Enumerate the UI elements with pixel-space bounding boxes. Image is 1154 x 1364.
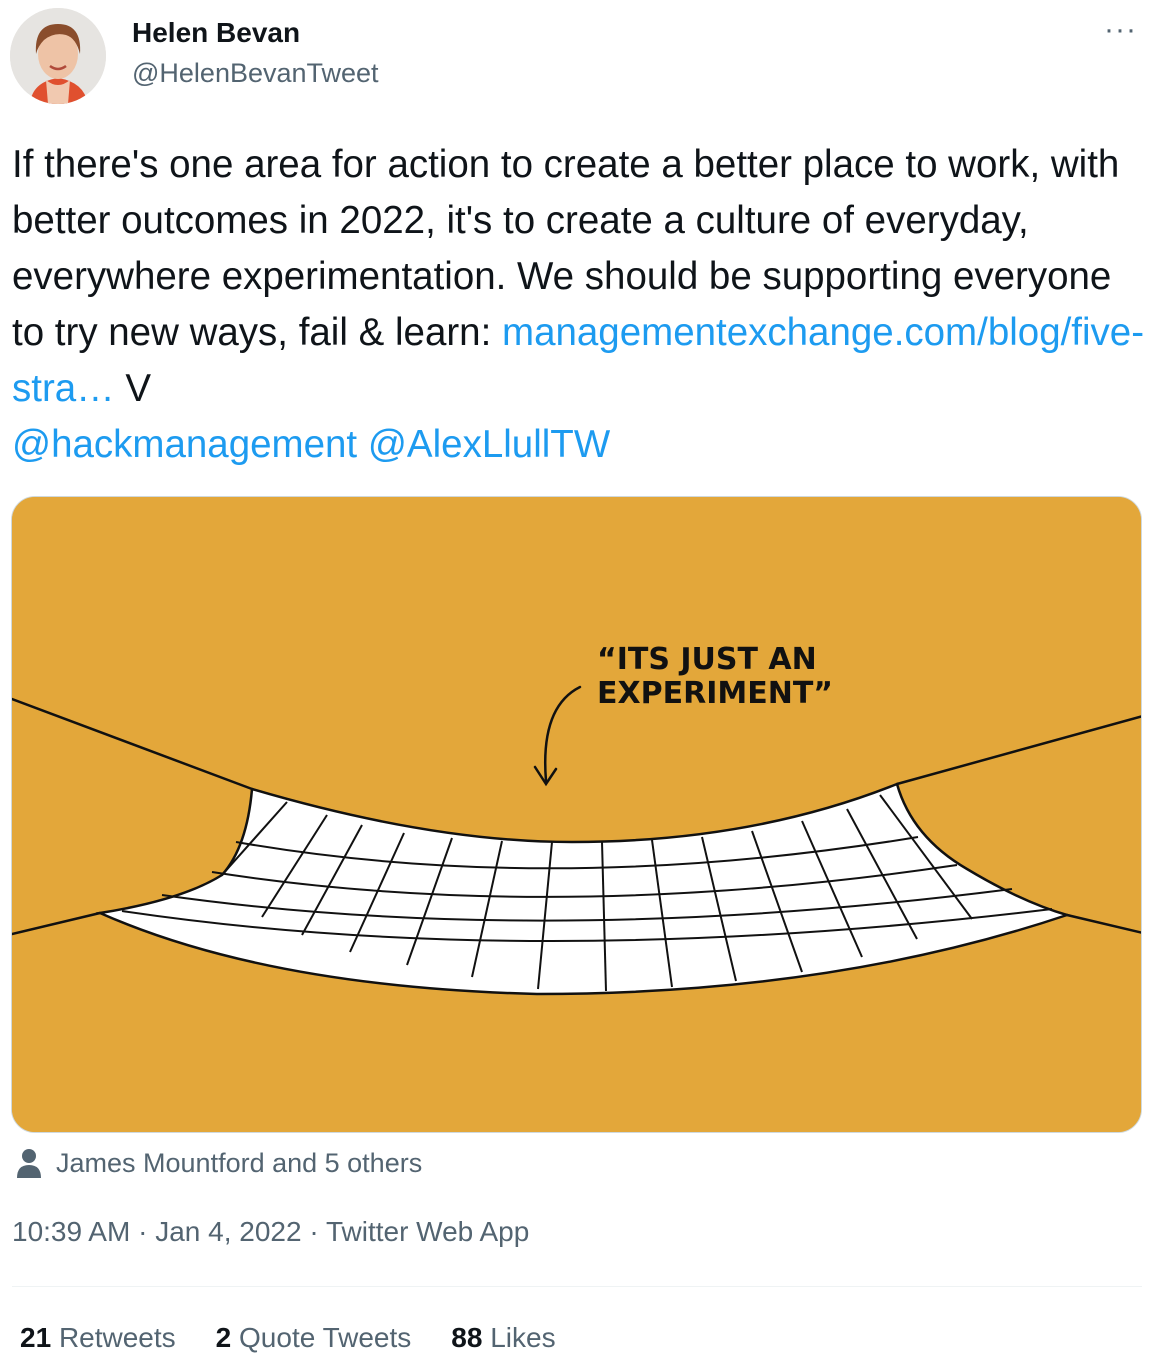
mention-hackmanagement[interactable]: @hackmanagement — [12, 423, 357, 466]
quote-tweets-count: 2 — [215, 1322, 232, 1353]
tweet-image[interactable]: “ITS JUST AN EXPERIMENT” — [11, 496, 1142, 1133]
tweet-stats: 21 Retweets 2 Quote Tweets 88 Likes — [20, 1322, 596, 1354]
tweet-text-part: V — [114, 367, 152, 410]
person-icon — [17, 1149, 41, 1178]
likes-count: 88 — [451, 1322, 483, 1353]
separator-dot: · — [309, 1216, 326, 1247]
likes-stat[interactable]: 88 Likes — [451, 1322, 555, 1354]
tagged-people[interactable]: James Mountford and 5 others — [16, 1146, 422, 1180]
avatar[interactable] — [10, 8, 106, 104]
tweet-date[interactable]: Jan 4, 2022 — [155, 1216, 301, 1247]
author-name[interactable]: Helen Bevan — [132, 17, 300, 49]
likes-label: Likes — [490, 1322, 556, 1353]
quote-tweets-label: Quote Tweets — [239, 1322, 412, 1353]
divider — [12, 1286, 1142, 1287]
mention-alexllulltw[interactable]: @AlexLlullTW — [368, 423, 610, 466]
quote-tweets-stat[interactable]: 2 Quote Tweets — [216, 1322, 412, 1354]
tweet-text: If there's one area for action to create… — [12, 137, 1147, 473]
tagged-people-text: James Mountford and 5 others — [56, 1147, 423, 1178]
retweets-count: 21 — [20, 1322, 52, 1353]
cartoon-caption-line2: EXPERIMENT” — [597, 676, 833, 711]
tweet-source[interactable]: Twitter Web App — [326, 1216, 529, 1247]
tweet-time[interactable]: 10:39 AM — [12, 1216, 130, 1247]
separator-dot: · — [138, 1216, 156, 1247]
tweet-metadata: 10:39 AM · Jan 4, 2022 · Twitter Web App — [12, 1216, 529, 1248]
author-handle[interactable]: @HelenBevanTweet — [132, 58, 379, 89]
retweets-label: Retweets — [58, 1322, 176, 1353]
cartoon-caption-line1: “ITS JUST AN — [597, 642, 817, 677]
retweets-stat[interactable]: 21 Retweets — [20, 1322, 176, 1354]
more-options-icon[interactable]: ··· — [1104, 15, 1137, 45]
